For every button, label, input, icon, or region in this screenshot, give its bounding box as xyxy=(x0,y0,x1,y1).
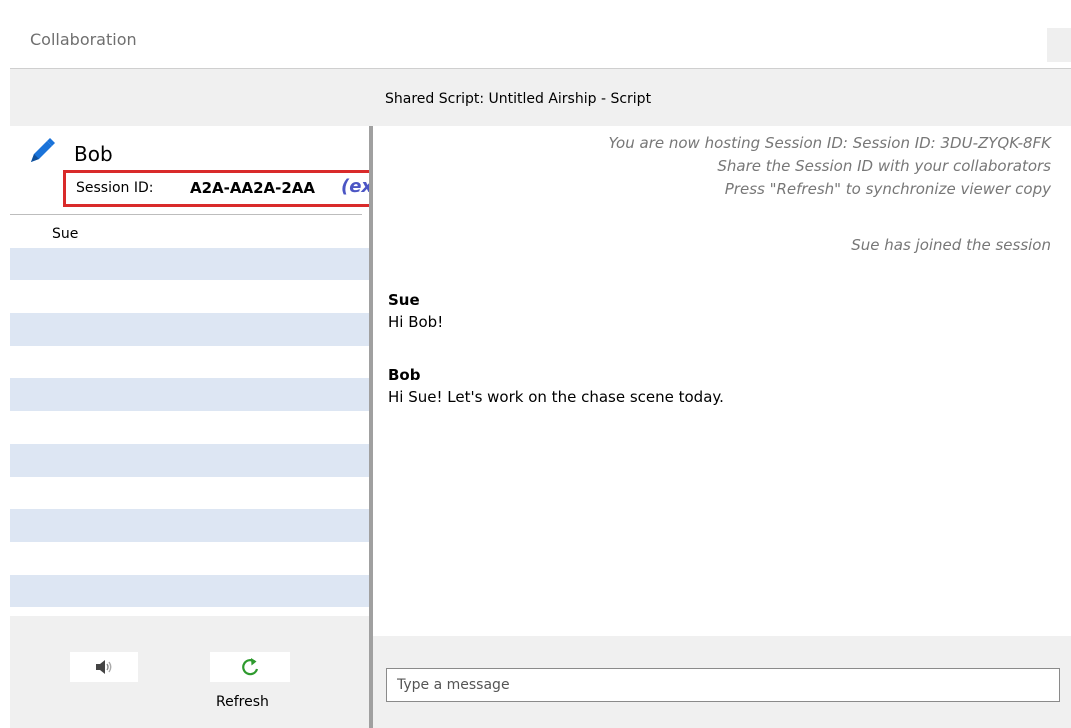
speaker-icon xyxy=(96,660,112,674)
participant-row[interactable] xyxy=(10,346,369,379)
system-message: Press "Refresh" to synchronize viewer co… xyxy=(724,180,1051,198)
session-id-value: A2A-AA2A-2AA xyxy=(190,179,316,197)
participant-row[interactable] xyxy=(10,313,369,346)
message-text: Hi Sue! Let's work on the chase scene to… xyxy=(388,388,724,406)
chat-log: You are now hosting Session ID: Session … xyxy=(373,126,1071,636)
chat-input-bar xyxy=(373,636,1071,728)
close-button[interactable] xyxy=(1047,28,1071,62)
participant-row[interactable] xyxy=(10,378,369,412)
participant-row[interactable]: Sue xyxy=(10,215,369,248)
script-header: Shared Script: Untitled Airship - Script xyxy=(10,68,1071,126)
participant-row[interactable] xyxy=(10,509,369,542)
participant-toolbar: Refresh xyxy=(10,616,369,728)
message-sender: Bob xyxy=(388,366,421,384)
participant-row[interactable] xyxy=(10,477,369,510)
participant-row[interactable] xyxy=(10,411,369,444)
window-title: Collaboration xyxy=(30,30,137,49)
participant-row[interactable] xyxy=(10,280,369,313)
host-name: Bob xyxy=(74,142,113,166)
system-message: Sue has joined the session xyxy=(851,236,1051,254)
message-input[interactable] xyxy=(386,668,1060,702)
refresh-button[interactable] xyxy=(210,652,290,682)
system-message: Share the Session ID with your collabora… xyxy=(717,157,1051,175)
refresh-icon xyxy=(242,658,259,676)
participant-name: Sue xyxy=(52,226,79,242)
session-id-label: Session ID: xyxy=(76,180,154,196)
participant-row[interactable] xyxy=(10,574,369,608)
title-bar: Collaboration xyxy=(0,0,1071,68)
participant-row[interactable] xyxy=(10,247,369,281)
system-message: You are now hosting Session ID: Session … xyxy=(608,134,1051,152)
refresh-label: Refresh xyxy=(216,694,269,710)
pencil-icon xyxy=(31,138,55,162)
host-header: Bob Session ID: A2A-AA2A-2AA (example) xyxy=(10,126,473,215)
participant-row[interactable] xyxy=(10,443,369,477)
participants-panel: Bob Session ID: A2A-AA2A-2AA (example) S… xyxy=(10,126,473,728)
message-sender: Sue xyxy=(388,291,420,309)
shared-script-title: Shared Script: Untitled Airship - Script xyxy=(385,91,652,107)
message-text: Hi Bob! xyxy=(388,313,444,331)
speaker-button[interactable] xyxy=(70,652,138,682)
participant-row[interactable] xyxy=(10,542,369,575)
